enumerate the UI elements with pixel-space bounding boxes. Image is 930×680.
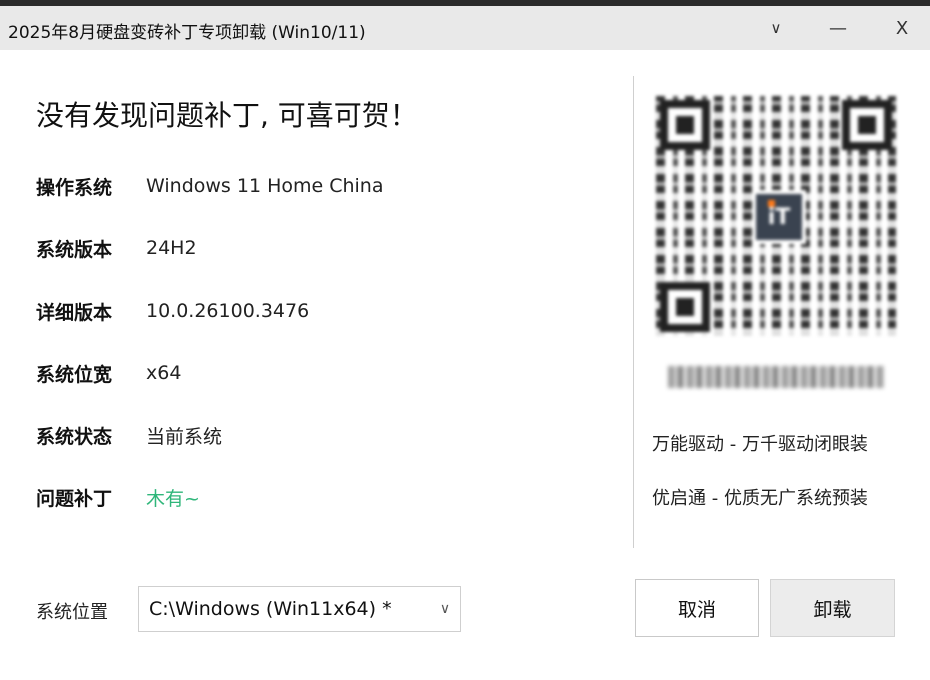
qr-finder — [660, 282, 710, 332]
system-location-select[interactable]: C:\Windows (Win11x64) * ∨ — [138, 586, 461, 632]
info-value: 24H2 — [146, 237, 197, 259]
chevron-down-icon: ∨ — [770, 19, 782, 37]
info-value: x64 — [146, 362, 182, 384]
menu-button[interactable]: ∨ — [756, 12, 796, 44]
title-bar: 2025年8月硬盘变砖补丁专项卸载 (Win10/11) ∨ — X — [0, 6, 930, 50]
info-row-version: 系统版本 24H2 — [36, 233, 197, 263]
minimize-icon: — — [829, 17, 847, 39]
close-button[interactable]: X — [882, 12, 922, 44]
info-label: 系统位宽 — [36, 363, 113, 386]
blurred-caption — [668, 366, 884, 388]
close-icon: X — [895, 17, 909, 39]
vertical-divider — [633, 76, 634, 548]
info-label: 详细版本 — [36, 301, 113, 324]
patch-status-value: 木有~ — [146, 487, 200, 510]
main-panel: 没有发现问题补丁, 可喜可贺！ 操作系统 Windows 11 Home Chi… — [0, 50, 930, 680]
info-row-arch: 系统位宽 x64 — [36, 358, 181, 388]
promo-link-driver[interactable]: 万能驱动 - 万千驱动闭眼装 — [652, 430, 868, 456]
cancel-button[interactable]: 取消 — [635, 579, 759, 637]
brand-logo: iT — [752, 190, 806, 244]
info-value: 当前系统 — [146, 425, 223, 448]
info-row-build: 详细版本 10.0.26100.3476 — [36, 296, 309, 326]
info-row-status: 系统状态 当前系统 — [36, 420, 222, 450]
info-label: 操作系统 — [36, 176, 113, 199]
info-row-patch: 问题补丁 木有~ — [36, 482, 200, 512]
system-location-label: 系统位置 — [36, 602, 108, 623]
qr-code: iT — [656, 96, 896, 336]
info-row-os: 操作系统 Windows 11 Home China — [36, 171, 384, 201]
qr-finder — [660, 100, 710, 150]
info-value: Windows 11 Home China — [146, 175, 384, 197]
window-title: 2025年8月硬盘变砖补丁专项卸载 (Win10/11) — [8, 23, 366, 43]
select-value: C:\Windows (Win11x64) * — [149, 598, 392, 620]
info-value: 10.0.26100.3476 — [146, 300, 310, 322]
info-label: 问题补丁 — [36, 487, 113, 510]
info-label: 系统版本 — [36, 238, 113, 261]
result-headline: 没有发现问题补丁, 可喜可贺！ — [36, 99, 418, 132]
promo-link-system[interactable]: 优启通 - 优质无广系统预装 — [652, 484, 868, 510]
minimize-button[interactable]: — — [818, 12, 858, 44]
chevron-down-icon: ∨ — [439, 601, 451, 617]
info-label: 系统状态 — [36, 425, 113, 448]
qr-finder — [842, 100, 892, 150]
uninstall-button[interactable]: 卸载 — [770, 579, 895, 637]
